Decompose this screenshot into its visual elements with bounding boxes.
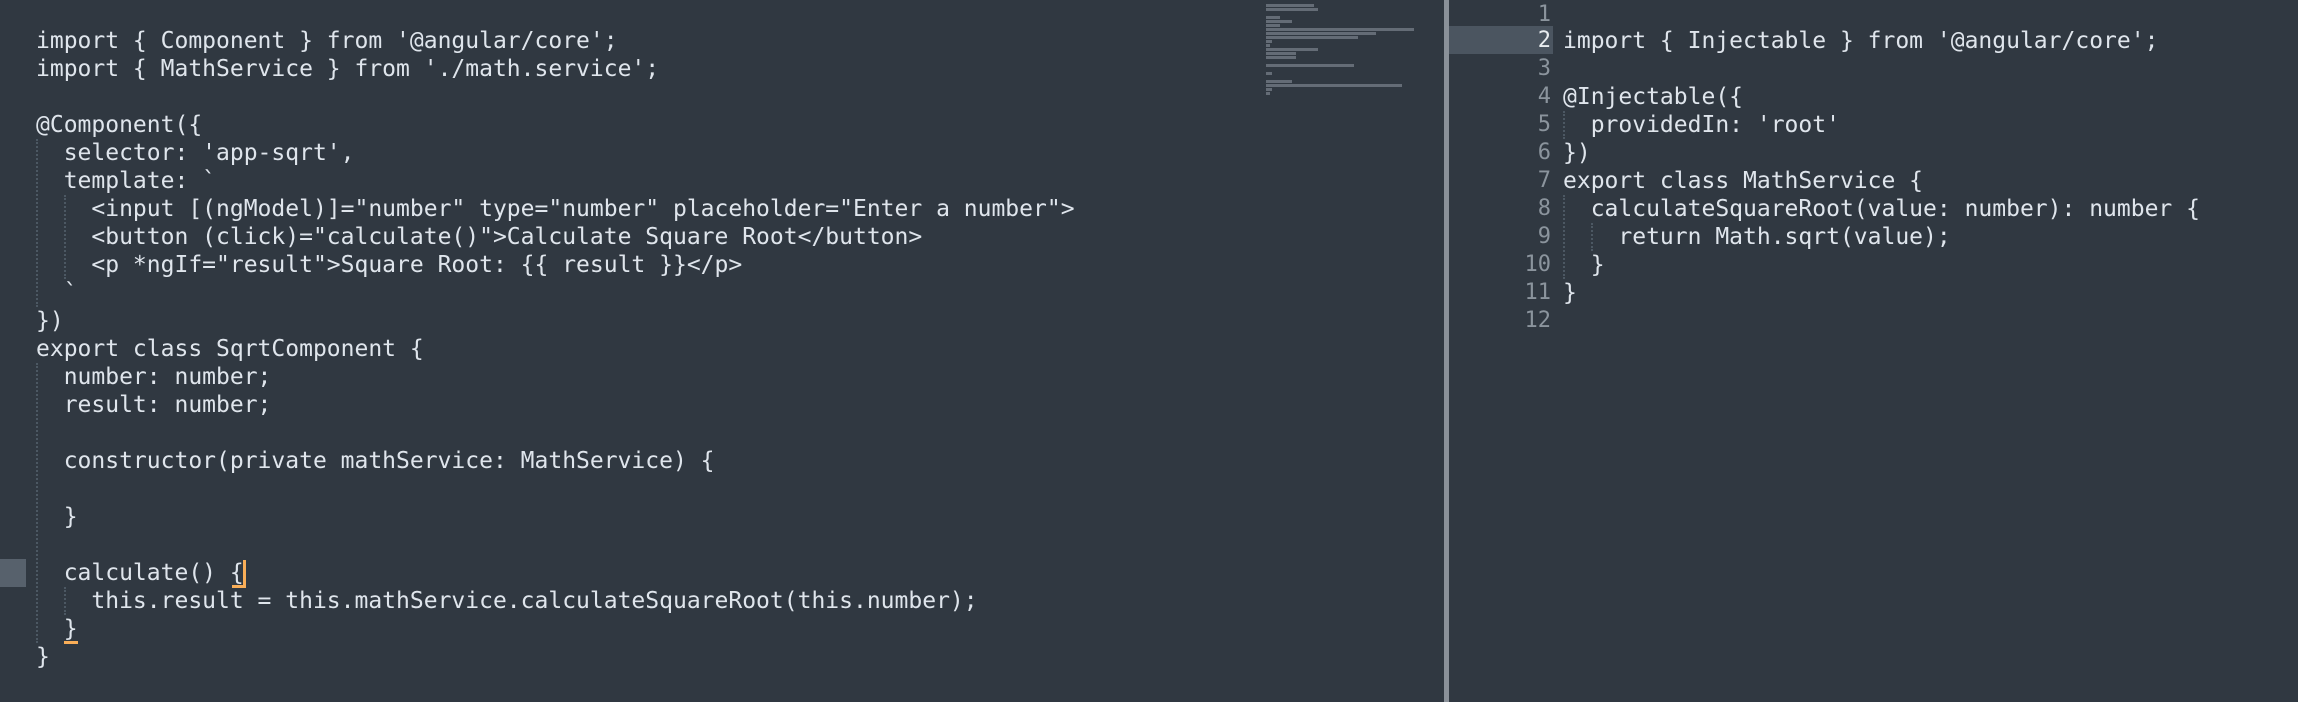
text-cursor — [243, 560, 246, 587]
line-number[interactable]: 11 — [1449, 279, 1552, 307]
code-line[interactable]: export class MathService { — [1563, 167, 1923, 195]
code-line[interactable]: } — [1563, 251, 1605, 279]
code-line[interactable]: @Injectable({ — [1563, 83, 1743, 111]
left-editor-pane[interactable]: import { Component } from '@angular/core… — [0, 0, 1444, 702]
code-line[interactable]: ` — [36, 279, 78, 307]
line-number[interactable]: 12 — [1449, 307, 1552, 335]
line-number[interactable]: 6 — [1449, 139, 1551, 167]
line-number[interactable]: 4 — [1449, 83, 1551, 111]
minimap-line — [1266, 48, 1318, 51]
code-line[interactable]: constructor(private mathService: MathSer… — [36, 447, 715, 475]
line-number[interactable]: 5 — [1449, 111, 1551, 139]
minimap-line — [1266, 92, 1270, 95]
bracket-match-underline — [64, 641, 78, 644]
line-number[interactable]: 7 — [1449, 167, 1551, 195]
code-line[interactable]: selector: 'app-sqrt', — [36, 139, 355, 167]
code-line[interactable]: @Component({ — [36, 111, 202, 139]
minimap[interactable] — [1266, 4, 1416, 96]
minimap-line — [1266, 52, 1296, 55]
code-line[interactable]: calculateSquareRoot(value: number): numb… — [1563, 195, 2200, 223]
code-line[interactable]: } — [36, 643, 50, 671]
code-line[interactable]: }) — [36, 307, 64, 335]
code-line[interactable]: }) — [1563, 139, 1591, 167]
line-number[interactable]: 1 — [1449, 1, 1551, 29]
code-line[interactable]: number: number; — [36, 363, 272, 391]
minimap-line — [1266, 20, 1292, 23]
code-line[interactable]: providedIn: 'root' — [1563, 111, 1840, 139]
minimap-line — [1266, 8, 1318, 11]
minimap-line — [1266, 56, 1296, 59]
code-line[interactable]: result: number; — [36, 391, 272, 419]
code-line[interactable]: import { Component } from '@angular/core… — [36, 27, 618, 55]
line-number[interactable]: 10 — [1449, 251, 1552, 279]
minimap-line — [1266, 88, 1272, 91]
minimap-line — [1266, 16, 1280, 19]
gutter-current-line-marker — [0, 559, 26, 587]
code-line[interactable]: <p *ngIf="result">Square Root: {{ result… — [36, 251, 742, 279]
minimap-line — [1266, 80, 1292, 83]
line-number[interactable]: 9 — [1449, 223, 1551, 251]
minimap-line — [1266, 72, 1272, 75]
minimap-line — [1266, 24, 1280, 27]
right-editor-pane[interactable]: 1 2 3 4 5 6 7 8 9 10 11 12 import { Inje… — [1449, 0, 2298, 702]
code-line[interactable]: this.result = this.mathService.calculate… — [36, 587, 977, 615]
code-line[interactable]: } — [36, 503, 78, 531]
minimap-line — [1266, 40, 1272, 43]
code-line[interactable]: export class SqrtComponent { — [36, 335, 424, 363]
code-line-current[interactable]: import { Injectable } from '@angular/cor… — [1563, 27, 2158, 55]
code-line[interactable]: return Math.sqrt(value); — [1563, 223, 1950, 251]
line-number[interactable]: 3 — [1449, 55, 1551, 83]
minimap-line — [1266, 36, 1358, 39]
minimap-line — [1266, 64, 1354, 67]
code-line[interactable]: import { MathService } from './math.serv… — [36, 55, 659, 83]
code-line[interactable]: <button (click)="calculate()">Calculate … — [36, 223, 922, 251]
code-line[interactable]: template: ` — [36, 167, 216, 195]
code-line[interactable]: calculate() { — [36, 559, 244, 587]
code-line[interactable]: <input [(ngModel)]="number" type="number… — [36, 195, 1074, 223]
line-number-current[interactable]: 2 — [1449, 27, 1551, 55]
code-line[interactable]: } — [36, 615, 78, 643]
minimap-line — [1266, 44, 1270, 47]
minimap-line — [1266, 32, 1376, 35]
minimap-line — [1266, 4, 1314, 7]
minimap-line — [1266, 28, 1414, 31]
minimap-line — [1266, 84, 1402, 87]
line-number[interactable]: 8 — [1449, 195, 1551, 223]
code-line[interactable]: } — [1563, 279, 1577, 307]
